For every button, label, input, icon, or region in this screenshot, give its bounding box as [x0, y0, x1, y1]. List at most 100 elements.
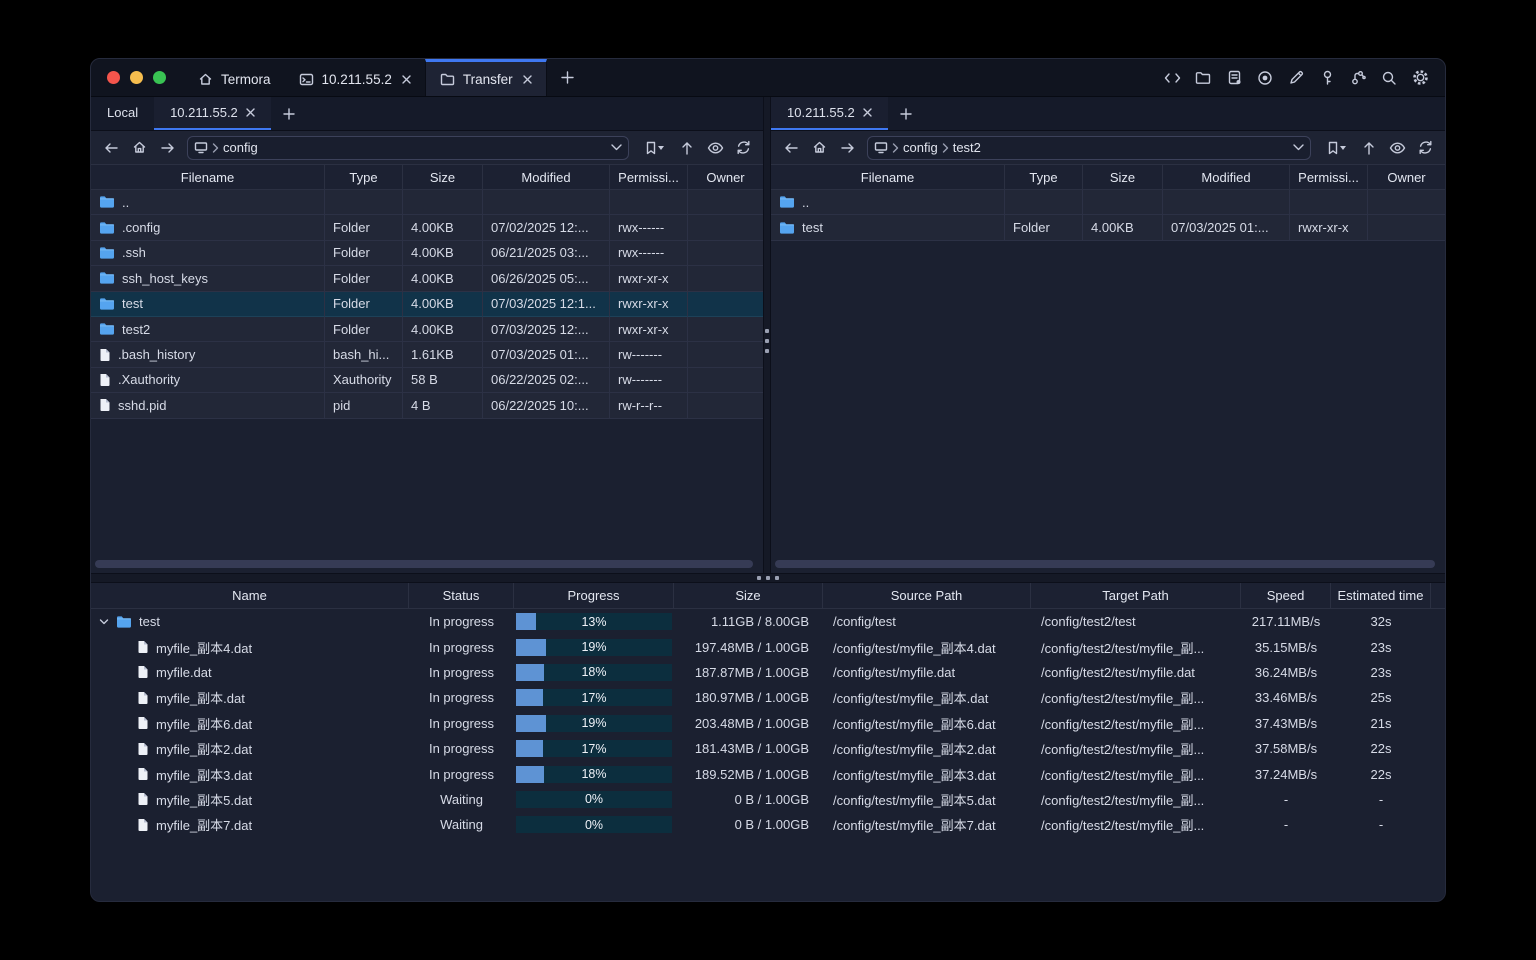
column-header-owner[interactable]: Owner [1368, 165, 1445, 189]
record-icon[interactable] [1256, 69, 1274, 87]
tab-remote-host[interactable]: 10.211.55.2 [771, 97, 888, 130]
home-button[interactable] [807, 136, 831, 160]
column-header-estimated-time[interactable]: Estimated time [1331, 583, 1431, 608]
forward-button[interactable] [155, 136, 179, 160]
transfer-row[interactable]: myfile_副本2.dat In progress 17% 181.43MB / 1… [91, 736, 1445, 761]
log-icon[interactable] [1225, 69, 1243, 87]
file-row[interactable]: test2 Folder 4.00KB 07/03/2025 12:... rwxr-x… [91, 316, 763, 343]
path-segment[interactable]: test2 [953, 140, 981, 155]
right-horizontal-scrollbar[interactable] [775, 560, 1435, 568]
transfer-row[interactable]: myfile_副本5.dat Waiting 0% 0 B / 1.00GB/conf… [91, 787, 1445, 812]
column-header-modified[interactable]: Modified [483, 165, 610, 189]
new-tab-button[interactable] [547, 59, 588, 96]
permissions-cell: rwx------ [610, 240, 688, 267]
transfer-row[interactable]: test In progress 13% 1.11GB / 8.00GB/config… [91, 609, 1445, 634]
file-row[interactable]: .ssh Folder 4.00KB 06/21/2025 03:... rwx----… [91, 240, 763, 267]
left-path-field[interactable]: config [187, 135, 629, 160]
transfer-row[interactable]: myfile_副本.dat In progress 17% 180.97MB / 1.… [91, 685, 1445, 710]
column-header-type[interactable]: Type [325, 165, 403, 189]
modified-cell: 07/02/2025 12:... [483, 215, 610, 241]
estimated-time-cell: 25s [1370, 690, 1392, 706]
bookmark-button[interactable] [637, 136, 671, 160]
transfer-row[interactable]: myfile_副本6.dat In progress 19% 203.48MB / 1… [91, 711, 1445, 736]
column-header-modified[interactable]: Modified [1163, 165, 1290, 189]
refresh-button[interactable] [1413, 136, 1437, 160]
transfer-row[interactable]: myfile_副本4.dat In progress 19% 197.48MB / 1… [91, 634, 1445, 659]
show-hidden-files-button[interactable] [1385, 136, 1409, 160]
transfer-row[interactable]: myfile.dat In progress 18% 187.87MB / 1.00G… [91, 660, 1445, 685]
edit-icon[interactable] [1287, 69, 1305, 87]
column-header-size[interactable]: Size [674, 583, 823, 608]
progress-cell: 19% [514, 634, 674, 659]
minimize-window-button[interactable] [130, 71, 143, 84]
modified-cell [483, 190, 610, 216]
file-row[interactable]: sshd.pid pid 4 B 06/22/2025 10:... rw-r--r-- [91, 393, 763, 419]
column-header-filename[interactable]: Filename [91, 165, 325, 189]
left-horizontal-scrollbar[interactable] [95, 560, 753, 568]
bookmark-dropdown-icon[interactable] [657, 145, 664, 150]
tab-host-10-211-55-2[interactable]: 10.211.55.2 [285, 59, 425, 96]
close-icon[interactable] [522, 74, 532, 84]
column-header-type[interactable]: Type [1005, 165, 1083, 189]
forward-button[interactable] [835, 136, 859, 160]
upload-button[interactable] [1357, 136, 1381, 160]
column-header-progress[interactable]: Progress [514, 583, 674, 608]
bookmark-button[interactable] [1319, 136, 1353, 160]
column-header-filename[interactable]: Filename [771, 165, 1005, 189]
new-session-tab-button[interactable] [888, 97, 924, 130]
right-path-field[interactable]: config test2 [867, 135, 1311, 160]
file-row[interactable]: .. [771, 190, 1445, 216]
keychain-icon[interactable] [1349, 69, 1367, 87]
tab-local[interactable]: Local [91, 97, 154, 130]
tab-transfer[interactable]: Transfer [424, 59, 547, 96]
back-button[interactable] [99, 136, 123, 160]
close-icon[interactable] [402, 74, 411, 84]
column-header-speed[interactable]: Speed [1241, 583, 1331, 608]
owner-cell [1368, 190, 1445, 216]
column-header-status[interactable]: Status [409, 583, 514, 608]
close-window-button[interactable] [107, 71, 120, 84]
file-row[interactable]: ssh_host_keys Folder 4.00KB 06/26/2025 05:.… [91, 266, 763, 292]
code-icon[interactable] [1163, 69, 1181, 87]
close-icon[interactable] [863, 108, 872, 117]
upload-button[interactable] [675, 136, 699, 160]
home-button[interactable] [127, 136, 151, 160]
expand-chevron-icon[interactable] [99, 617, 109, 627]
path-segment[interactable]: config [223, 140, 258, 155]
chevron-down-icon[interactable] [1293, 144, 1304, 151]
column-header-permissi-[interactable]: Permissi... [610, 165, 688, 189]
column-header-source-path[interactable]: Source Path [823, 583, 1031, 608]
column-header-size[interactable]: Size [403, 165, 483, 189]
new-session-tab-button[interactable] [271, 97, 307, 130]
chevron-down-icon[interactable] [611, 144, 622, 151]
show-hidden-files-button[interactable] [703, 136, 727, 160]
tab-termora[interactable]: Termora [184, 59, 285, 96]
column-header-name[interactable]: Name [91, 583, 409, 608]
bookmark-dropdown-icon[interactable] [1339, 145, 1346, 150]
transfer-row[interactable]: myfile_副本7.dat Waiting 0% 0 B / 1.00GB/conf… [91, 812, 1445, 837]
column-header-target-path[interactable]: Target Path [1031, 583, 1241, 608]
file-row[interactable]: test Folder 4.00KB 07/03/2025 12:1... rwxr-x… [91, 291, 763, 317]
close-icon[interactable] [246, 108, 255, 117]
path-segment[interactable]: config [903, 140, 938, 155]
file-row[interactable]: .config Folder 4.00KB 07/02/2025 12:... rwx-… [91, 215, 763, 241]
refresh-button[interactable] [731, 136, 755, 160]
column-header-owner[interactable]: Owner [688, 165, 763, 189]
column-header-permissi-[interactable]: Permissi... [1290, 165, 1368, 189]
file-row[interactable]: .Xauthority Xauthority 58 B 06/22/2025 02:.… [91, 367, 763, 394]
panel-splitter[interactable] [763, 97, 771, 573]
right-file-rows: .. test Folder 4.00KB 07/03/2025 01:... rwxr-… [771, 190, 1445, 573]
search-icon[interactable] [1380, 69, 1398, 87]
transfer-splitter[interactable] [91, 573, 1445, 583]
back-button[interactable] [779, 136, 803, 160]
folder-icon[interactable] [1194, 69, 1212, 87]
key-icon[interactable] [1318, 69, 1336, 87]
transfer-row[interactable]: myfile_副本3.dat In progress 18% 189.52MB / 1… [91, 761, 1445, 786]
settings-icon[interactable] [1411, 69, 1429, 87]
file-row[interactable]: .. [91, 190, 763, 216]
zoom-window-button[interactable] [153, 71, 166, 84]
column-header-size[interactable]: Size [1083, 165, 1163, 189]
tab-remote-host[interactable]: 10.211.55.2 [154, 97, 271, 130]
file-row[interactable]: .bash_history bash_hi... 1.61KB 07/03/2025 … [91, 342, 763, 368]
file-row[interactable]: test Folder 4.00KB 07/03/2025 01:... rwxr-xr… [771, 215, 1445, 241]
